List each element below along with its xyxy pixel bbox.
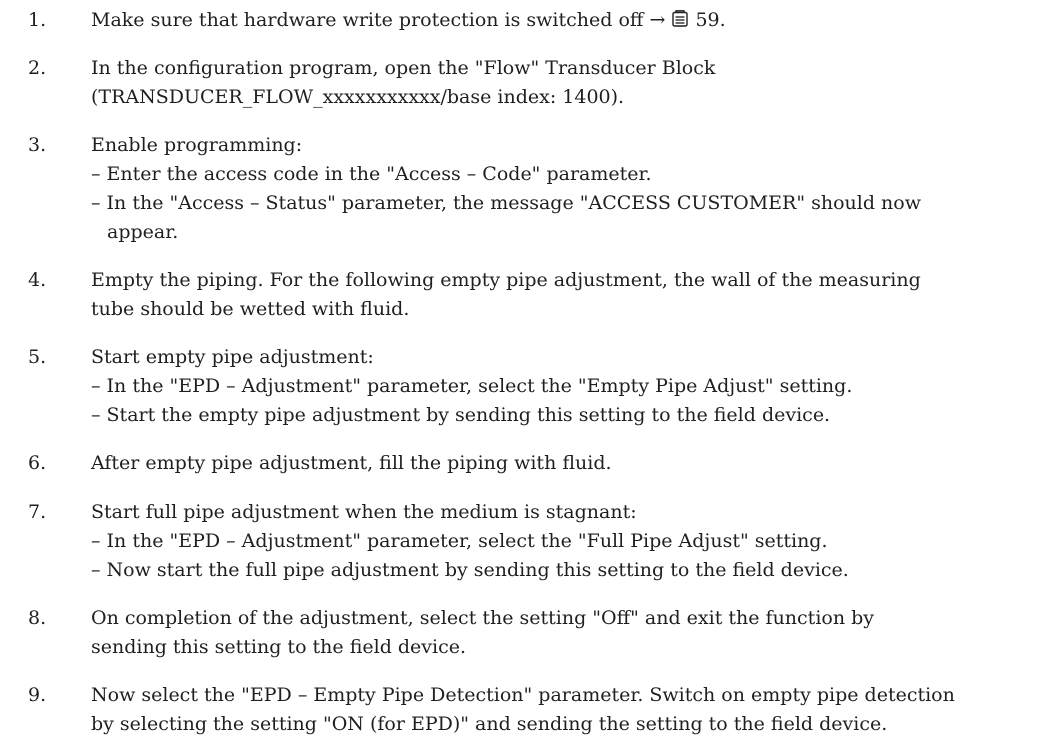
substep: – In the "EPD – Adjustment" parameter, s… [91, 375, 853, 397]
step-text-line: After empty pipe adjustment, fill the pi… [91, 452, 612, 474]
step-text-line: by selecting the setting "ON (for EPD)" … [91, 713, 888, 735]
step-content: Start full pipe adjustment when the medi… [91, 498, 1036, 585]
substep: – Enter the access code in the "Access –… [91, 163, 652, 185]
substep: – In the "Access – Status" parameter, th… [91, 192, 921, 214]
step-lead: Start empty pipe adjustment: [91, 346, 374, 368]
step-content: After empty pipe adjustment, fill the pi… [91, 449, 1036, 478]
step-content: Now select the "EPD – Empty Pipe Detecti… [91, 681, 1036, 739]
step-number: 2. [28, 57, 47, 79]
step-number: 9. [28, 684, 47, 706]
step-text-line: tube should be wetted with fluid. [91, 298, 410, 320]
substep: – In the "EPD – Adjustment" parameter, s… [91, 530, 828, 552]
book-icon[interactable] [671, 6, 689, 35]
page-reference[interactable]: 59. [695, 9, 725, 31]
step-number: 3. [28, 134, 47, 156]
step-content: Enable programming: – Enter the access c… [91, 131, 1036, 247]
step-lead: Start full pipe adjustment when the medi… [91, 501, 637, 523]
step-number: 4. [28, 269, 47, 291]
step-text-line: (TRANSDUCER_FLOW_xxxxxxxxxxx/base index:… [91, 86, 625, 108]
step-number: 1. [28, 9, 47, 31]
substep-continuation: appear. [107, 221, 179, 243]
arrow-right-icon: → [649, 9, 666, 31]
step-number: 6. [28, 452, 47, 474]
step-number: 8. [28, 607, 47, 629]
step-text: Make sure that hardware write protection… [91, 9, 644, 31]
step-number: 7. [28, 501, 47, 523]
step-text-line: Now select the "EPD – Empty Pipe Detecti… [91, 684, 955, 706]
instruction-document: 1. Make sure that hardware write protect… [0, 0, 1047, 751]
step-number: 5. [28, 346, 47, 368]
step-content: Start empty pipe adjustment: – In the "E… [91, 343, 1036, 430]
step-lead: Enable programming: [91, 134, 303, 156]
step-text-line: Empty the piping. For the following empt… [91, 269, 921, 291]
substep: – Start the empty pipe adjustment by sen… [91, 404, 831, 426]
substep: – Now start the full pipe adjustment by … [91, 559, 849, 581]
step-content: On completion of the adjustment, select … [91, 604, 1036, 662]
step-content: Empty the piping. For the following empt… [91, 266, 1036, 324]
step-content: Make sure that hardware write protection… [91, 6, 1036, 35]
step-content: In the configuration program, open the "… [91, 54, 1036, 112]
step-text-line: In the configuration program, open the "… [91, 57, 716, 79]
step-text-line: On completion of the adjustment, select … [91, 607, 875, 629]
step-text-line: sending this setting to the field device… [91, 636, 467, 658]
